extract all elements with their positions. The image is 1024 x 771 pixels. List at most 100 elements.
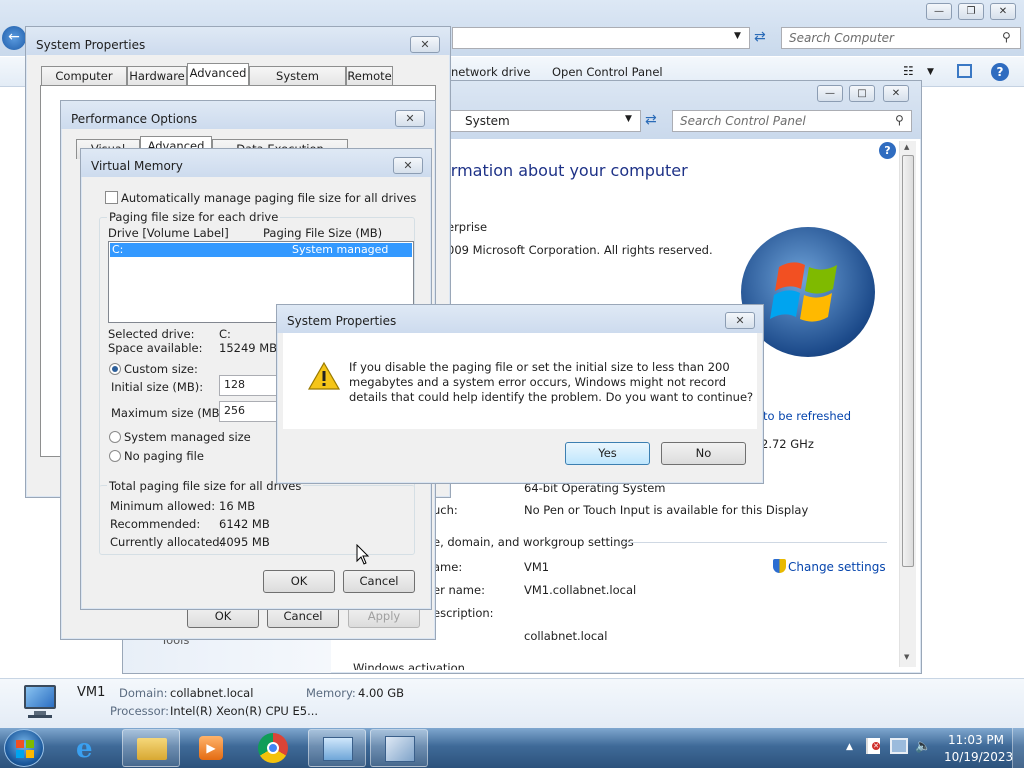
explorer-search-input[interactable]: Search Computer (781, 27, 1021, 49)
toolbar-item-control-panel[interactable]: Open Control Panel (552, 65, 663, 79)
details-processor-label: Processor: (110, 704, 170, 718)
cpu-speed: 2.72 GHz (761, 437, 814, 451)
help-icon[interactable]: ? (991, 63, 1009, 81)
warning-icon (307, 361, 341, 390)
windows-edition: erprise (447, 220, 488, 234)
close-button[interactable]: ✕ (990, 3, 1016, 20)
minimum-allowed-label: Minimum allowed: (110, 499, 216, 513)
shield-icon (773, 559, 786, 573)
minimize-button[interactable]: — (926, 3, 952, 20)
show-desktop-button[interactable] (1012, 728, 1024, 768)
alert-message-line2: megabytes and a system error occurs, Win… (349, 375, 727, 389)
views-dropdown-icon[interactable]: ▼ (927, 67, 934, 77)
full-name-value: VM1.collabnet.local (524, 583, 637, 597)
start-button[interactable] (4, 729, 44, 767)
section-title: e, domain, and workgroup settings (433, 535, 634, 549)
volume-muted-icon[interactable]: 🔈 (915, 739, 931, 754)
scroll-down-icon[interactable]: ▼ (904, 653, 909, 661)
media-player-icon: ▶ (199, 736, 223, 760)
alert-close-button[interactable]: ✕ (725, 312, 755, 329)
perf-close-button[interactable]: ✕ (395, 110, 425, 127)
auto-manage-checkbox[interactable] (105, 191, 118, 204)
taskbar-system-properties[interactable] (370, 729, 428, 767)
no-paging-label[interactable]: No paging file (124, 449, 204, 463)
sysprops-close-button[interactable]: ✕ (410, 36, 440, 53)
tab-advanced[interactable]: Advanced (187, 63, 249, 86)
taskbar-ie[interactable]: e (62, 729, 120, 767)
yes-button[interactable]: Yes (565, 442, 650, 465)
clock-time[interactable]: 11:03 PM (948, 733, 1004, 747)
currently-allocated-value: 4095 MB (219, 535, 270, 549)
preview-pane-icon[interactable] (957, 64, 972, 78)
initial-size-label: Initial size (MB): (111, 380, 204, 394)
cp-search-input[interactable]: Search Control Panel (672, 110, 912, 132)
vm-ok-button[interactable]: OK (263, 570, 335, 593)
cp-maximize-button[interactable]: □ (849, 85, 875, 102)
address-bar[interactable] (452, 27, 750, 49)
paging-group-label: Paging file size for each drive (107, 210, 281, 224)
tab-system-protection[interactable]: System Protection (249, 66, 346, 101)
toolbar-item-network-drive[interactable]: network drive (451, 65, 530, 79)
computer-icon (20, 685, 60, 719)
system-managed-label[interactable]: System managed size (124, 430, 251, 444)
cp-address-dropdown-icon[interactable]: ▼ (625, 114, 632, 124)
cp-help-icon[interactable]: ? (879, 142, 896, 159)
taskbar-media-player[interactable]: ▶ (182, 729, 240, 767)
vm-close-button[interactable]: ✕ (393, 157, 423, 174)
system-properties-icon (385, 736, 415, 762)
sysprops-tabs: Computer Name Hardware Advanced System P… (41, 63, 441, 101)
refresh-link[interactable]: to be refreshed (763, 409, 851, 423)
details-memory-value: 4.00 GB (358, 686, 405, 700)
folder-icon (137, 738, 167, 760)
restore-button[interactable]: ❐ (958, 3, 984, 20)
taskbar-explorer[interactable] (122, 729, 180, 767)
computer-name-label: ame: (433, 560, 463, 574)
no-paging-radio[interactable] (109, 450, 121, 462)
vm-cancel-button[interactable]: Cancel (343, 570, 415, 593)
details-domain-value: collabnet.local (170, 686, 254, 700)
action-center-flag-icon[interactable]: ✕ (866, 738, 880, 754)
details-processor-value: Intel(R) Xeon(R) CPU E5... (170, 704, 319, 718)
back-arrow-icon[interactable]: ← (2, 26, 26, 50)
system-managed-radio[interactable] (109, 431, 121, 443)
drive-row-selected[interactable]: C: System managed (110, 243, 412, 257)
tab-computer-name[interactable]: Computer Name (41, 66, 127, 101)
details-memory-label: Memory: (306, 686, 356, 700)
custom-size-radio[interactable] (109, 363, 121, 375)
pen-touch-value: No Pen or Touch Input is available for t… (524, 503, 809, 517)
cp-close-button[interactable]: ✕ (883, 85, 909, 102)
cp-scrollbar[interactable]: ▲ ▼ (899, 141, 916, 667)
breadcrumb[interactable]: System (465, 114, 510, 128)
alert-dialog: System Properties ✕ If you disable the p… (276, 304, 764, 484)
details-domain-label: Domain: (119, 686, 168, 700)
drive-row-letter: C: (112, 243, 124, 256)
clock-date[interactable]: 10/19/2023 (944, 750, 1013, 764)
network-icon[interactable] (890, 738, 908, 754)
cp-minimize-button[interactable]: — (817, 85, 843, 102)
alert-title: System Properties (287, 314, 397, 328)
views-icon[interactable]: ☷ (903, 64, 914, 78)
auto-manage-label[interactable]: Automatically manage paging file size fo… (121, 191, 416, 205)
page-heading: ormation about your computer (441, 161, 688, 180)
no-button[interactable]: No (661, 442, 746, 465)
refresh-icon[interactable]: ⇄ (754, 29, 766, 45)
currently-allocated-label: Currently allocated: (110, 535, 224, 549)
taskbar-chrome[interactable] (244, 729, 302, 767)
cp-refresh-icon[interactable]: ⇄ (645, 112, 657, 128)
computer-name-value: VM1 (524, 560, 550, 574)
selected-drive-label: Selected drive: (108, 327, 195, 341)
scroll-thumb[interactable] (902, 155, 914, 567)
scroll-up-icon[interactable]: ▲ (904, 143, 909, 151)
custom-size-label[interactable]: Custom size: (124, 362, 198, 376)
address-dropdown-icon[interactable]: ▼ (734, 31, 741, 41)
space-available-value: 15249 MB (219, 341, 278, 355)
show-hidden-icons[interactable]: ▲ (846, 742, 853, 752)
search-icon[interactable]: ⚲ (1002, 30, 1011, 44)
tab-remote[interactable]: Remote (346, 66, 393, 86)
change-settings-link[interactable]: Change settings (788, 560, 886, 574)
taskbar-control-panel[interactable] (308, 729, 366, 767)
cp-search-icon[interactable]: ⚲ (895, 113, 904, 127)
sysprops-title: System Properties (36, 38, 146, 52)
ie-icon: e (76, 734, 93, 764)
tab-hardware[interactable]: Hardware (127, 66, 187, 86)
